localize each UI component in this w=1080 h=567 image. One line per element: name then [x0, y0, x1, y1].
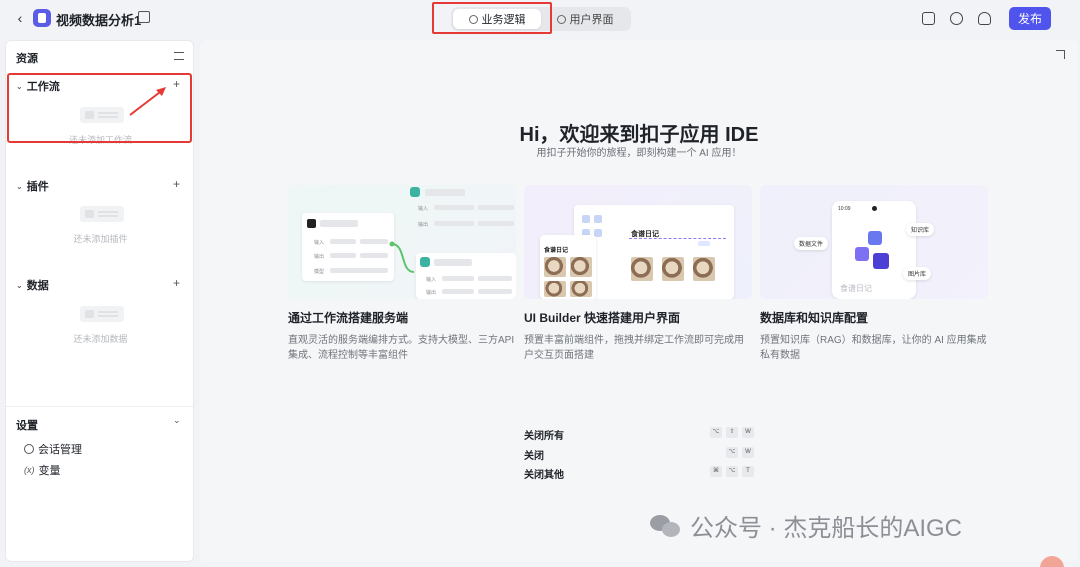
chevron-down-icon: ⌄: [16, 280, 23, 290]
hero-title: Hi，欢迎来到扣子应用 IDE: [519, 124, 759, 146]
illus-chip: 知识库: [906, 223, 935, 236]
shortcut-close-others: 关闭其他 ⌘ ⌥ T: [524, 466, 754, 481]
watermark-text: 公众号 · 杰克船长的AIGC: [690, 515, 963, 542]
ui-builder-illustration: 食谱日记 食谱日记: [524, 185, 752, 299]
variable-icon: (x): [24, 465, 35, 475]
connector-icon: [389, 241, 415, 273]
mode-tabs: 业务逻辑 用户界面: [451, 7, 631, 31]
illus-chip: 图片库: [903, 267, 932, 280]
illus-label: 输出: [314, 254, 325, 260]
section-title: 工作流: [26, 81, 60, 93]
section-title: 插件: [26, 181, 49, 193]
illus-label: 输出: [426, 290, 437, 296]
tab-user-interface[interactable]: 用户界面: [541, 9, 629, 29]
illus-label: 输出: [418, 222, 429, 228]
add-plugin-icon[interactable]: +: [173, 177, 180, 191]
key-cap: W: [742, 447, 754, 458]
card-workflow[interactable]: 输入 输出 输入 输出 模型 输入 输出 通过工作流搭建服务端 直观灵活的服务端…: [288, 185, 516, 363]
card-ui-builder[interactable]: 食谱日记 食谱日记 UI Builder 快速搭建用户界面 预置丰富前端组件，拖…: [524, 185, 752, 363]
database-illustration: 10:09 食谱日记 数据文件 知识库 图片库: [760, 185, 988, 299]
preview-icon[interactable]: [922, 12, 935, 25]
section-workflow[interactable]: ⌄ 工作流: [16, 78, 60, 94]
empty-text: 还未添加工作流: [68, 135, 132, 145]
section-plugin[interactable]: ⌄ 插件: [16, 178, 49, 194]
watermark: 公众号 · 杰克船长的AIGC: [650, 508, 962, 543]
palette-icon: [556, 14, 566, 24]
code-node-icon: [410, 187, 420, 197]
collapse-sidebar-icon[interactable]: [174, 52, 184, 60]
illus-label: 输入: [418, 206, 429, 212]
chat-settings-icon: [24, 444, 34, 454]
card-database[interactable]: 10:09 食谱日记 数据文件 知识库 图片库 数据库和知识库配置 预置知识库（…: [760, 185, 988, 363]
chevron-down-icon[interactable]: ⌄: [173, 415, 181, 426]
section-data[interactable]: ⌄ 数据: [16, 277, 49, 293]
illus-label: 食谱日记: [544, 248, 569, 254]
annotation-arrow-icon: [129, 87, 166, 116]
main-canvas: Hi，欢迎来到扣子应用 IDE 用扣子开始你的旅程，即刻构建一个 AI 应用！ …: [200, 40, 1078, 562]
settings-item-variable[interactable]: (x) 变量: [24, 462, 61, 478]
empty-text: 还未添加插件: [73, 234, 128, 244]
resource-sidebar: 资源 ⌄ 工作流 + 还未添加工作流 ⌄ 插件 + 还未添加插件 ⌄ 数据 + …: [5, 40, 194, 562]
card-description: 预置知识库（RAG）和数据库，让你的 AI 应用集成私有数据: [760, 335, 987, 361]
card-description: 直观灵活的服务端编排方式。支持大模型、三方API集成、流程控制等丰富组件: [288, 335, 515, 361]
key-cap: T: [742, 466, 754, 477]
shortcut-label: 关闭其他: [524, 470, 564, 481]
empty-placeholder-icon: [80, 206, 124, 222]
edit-icon[interactable]: [138, 11, 150, 23]
card-title: 数据库和知识库配置: [760, 311, 869, 325]
illus-label: 10:09: [838, 206, 851, 212]
card-title: UI Builder 快速搭建用户界面: [524, 311, 681, 325]
key-cap: ⌘: [710, 466, 722, 477]
chevron-down-icon: ⌄: [16, 81, 23, 91]
key-cap: ⌥: [710, 427, 722, 438]
settings-item-session[interactable]: 会话管理: [24, 441, 82, 457]
collaborators-icon[interactable]: [978, 12, 991, 25]
app-title: 视频数据分析1: [56, 13, 142, 28]
hero-subtitle: 用扣子开始你的旅程，即刻构建一个 AI 应用！: [536, 148, 742, 159]
workflow-icon: [468, 14, 478, 24]
key-cap: W: [742, 427, 754, 438]
chevron-down-icon: ⌄: [16, 181, 23, 191]
shortcut-close-all: 关闭所有 ⌥ ⇧ W: [524, 427, 754, 442]
history-icon[interactable]: [950, 12, 963, 25]
document-icon: [855, 247, 869, 261]
settings-item-label: 会话管理: [38, 444, 82, 456]
card-title: 通过工作流搭建服务端: [288, 311, 409, 325]
section-settings[interactable]: 设置: [16, 417, 38, 433]
illus-label: 输入: [314, 240, 325, 246]
tab-label: 用户界面: [569, 14, 614, 26]
sidebar-title: 资源: [16, 53, 38, 65]
empty-placeholder-icon: [80, 306, 124, 322]
shortcut-label: 关闭: [524, 451, 544, 462]
app-logo: [33, 9, 51, 27]
shortcut-label: 关闭所有: [524, 431, 564, 442]
key-cap: ⌥: [726, 447, 738, 458]
section-title: 设置: [16, 420, 38, 432]
illus-label: 食谱日记: [840, 284, 872, 293]
add-data-icon[interactable]: +: [173, 276, 180, 290]
add-workflow-icon[interactable]: +: [173, 77, 180, 91]
expand-icon[interactable]: [1056, 50, 1065, 59]
tab-label: 业务逻辑: [481, 14, 526, 26]
empty-text: 还未添加数据: [73, 334, 128, 344]
workflow-illustration: 输入 输出 输入 输出 模型 输入 输出: [288, 185, 516, 299]
table-icon: [868, 231, 882, 245]
empty-placeholder-icon: [80, 107, 124, 123]
image-icon: [873, 253, 889, 269]
back-arrow-icon[interactable]: ‹: [12, 10, 28, 26]
section-title: 数据: [26, 280, 49, 292]
publish-button[interactable]: 发布: [1009, 7, 1051, 30]
settings-item-label: 变量: [38, 465, 61, 477]
illus-chip: 数据文件: [794, 237, 829, 250]
tab-business-logic[interactable]: 业务逻辑: [453, 9, 541, 29]
card-description: 预置丰富前端组件，拖拽并绑定工作流即可完成用户交互页面搭建: [524, 335, 744, 361]
illus-label: 模型: [314, 269, 325, 275]
shortcut-close: 关闭 ⌥ W: [524, 447, 754, 462]
divider: [6, 406, 193, 407]
wechat-icon: [650, 513, 682, 539]
top-bar: ‹ 视频数据分析1 业务逻辑 用户界面 发布: [0, 0, 1080, 38]
key-cap: ⇧: [726, 427, 738, 438]
illus-label: 输入: [426, 277, 437, 283]
key-cap: ⌥: [726, 466, 738, 477]
